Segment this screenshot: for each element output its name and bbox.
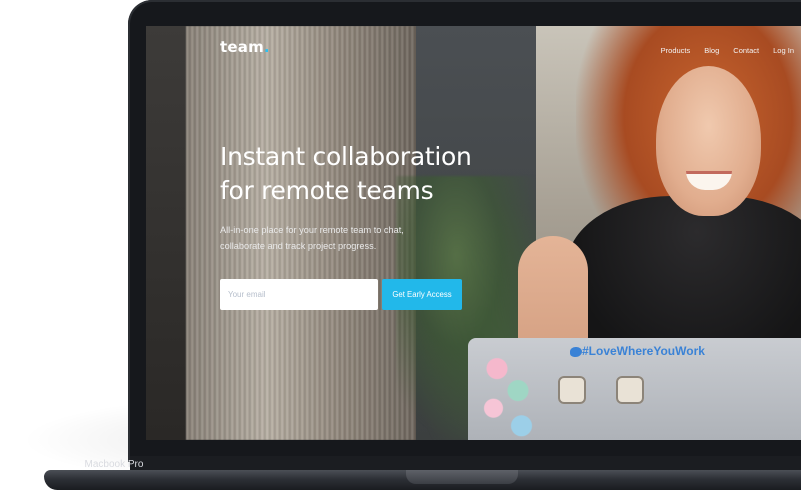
nav-link-products[interactable]: Products bbox=[661, 46, 691, 55]
hero-subtitle-line-2: collaborate and track project progress. bbox=[220, 241, 377, 251]
get-early-access-button[interactable]: Get Early Access bbox=[382, 279, 462, 310]
octocat-sticker-icon bbox=[558, 376, 586, 404]
hero-subtitle: All-in-one place for your remote team to… bbox=[220, 222, 470, 254]
top-navbar: team. Products Blog Contact Log In Ge bbox=[146, 26, 801, 70]
early-access-form: Get Early Access bbox=[220, 279, 462, 310]
hero-subtitle-line-1: All-in-one place for your remote team to… bbox=[220, 225, 404, 235]
email-input[interactable] bbox=[220, 279, 378, 310]
hero-title-line-2: for remote teams bbox=[220, 176, 434, 205]
laptop-lid: #LoveWhereYouWork team. Products Blog Co… bbox=[128, 0, 801, 462]
brand-logo[interactable]: team. bbox=[220, 38, 270, 56]
nav-link-blog[interactable]: Blog bbox=[704, 46, 719, 55]
nav-link-login[interactable]: Log In bbox=[773, 46, 794, 55]
laptop-base: Macbook Pro bbox=[44, 456, 801, 494]
laptop-opening-notch bbox=[406, 470, 518, 484]
nav-links: Products Blog Contact Log In Ge bbox=[661, 40, 801, 60]
nav-link-contact[interactable]: Contact bbox=[733, 46, 759, 55]
photo-sticker-text: #LoveWhereYouWork bbox=[582, 344, 705, 358]
device-model-label: Macbook Pro bbox=[84, 459, 144, 470]
octocat-sticker-icon bbox=[616, 376, 644, 404]
screen: #LoveWhereYouWork team. Products Blog Co… bbox=[146, 26, 801, 440]
hero-title: Instant collaboration for remote teams bbox=[220, 140, 520, 208]
photo-person-face bbox=[656, 66, 761, 216]
hero-title-line-1: Instant collaboration bbox=[220, 142, 472, 171]
photo-heart-stickers bbox=[476, 351, 546, 439]
